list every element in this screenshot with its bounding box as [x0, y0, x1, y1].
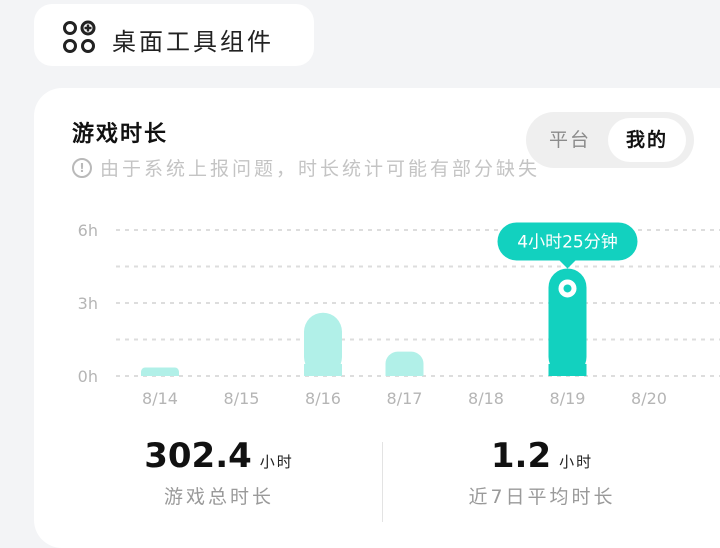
y-tick-label: 6h: [78, 221, 98, 240]
selected-marker-dot: [563, 284, 572, 293]
desktop-widget-button[interactable]: 桌面工具组件: [34, 4, 314, 66]
x-tick-label: 8/19: [550, 389, 586, 408]
y-tick-label: 0h: [78, 367, 98, 386]
total-value: 302.4: [144, 436, 252, 476]
avg-value: 1.2: [490, 436, 552, 476]
bar-base: [304, 364, 342, 376]
widget-label: 桌面工具组件: [112, 28, 274, 56]
apps-add-icon: [63, 20, 96, 53]
bar-base: [385, 364, 424, 376]
x-tick-label: 8/16: [305, 389, 341, 408]
y-tick-label: 3h: [78, 294, 98, 313]
tooltip-pointer: [559, 260, 576, 269]
avg-unit: 小时: [559, 453, 594, 471]
playtime-chart: 0h 3h 6h 8/14 8/15 8/16 8/17 8/18 8/19 4小时25分钟 8/2…: [78, 221, 720, 408]
bar-base: [548, 364, 587, 376]
x-tick-label: 8/18: [468, 389, 504, 408]
x-tick-label: 8/20: [631, 389, 667, 408]
playtime-card: 游戏时长 ! 由于系统上报问题，时长统计可能有部分缺失 平台 我的 0h 3h 6h…: [34, 88, 720, 548]
x-tick-label: 8/15: [224, 389, 260, 408]
tooltip-text: 4小时25分钟: [517, 232, 617, 252]
x-tick-label: 8/17: [387, 389, 423, 408]
stat-average: 1.2 小时 近7日平均时长: [442, 436, 642, 509]
bar-base: [141, 371, 179, 376]
total-label: 游戏总时长: [163, 486, 274, 508]
x-tick-label: 8/14: [142, 389, 178, 408]
stat-total: 302.4 小时 游戏总时长: [134, 436, 304, 509]
stats-divider: [382, 442, 383, 522]
avg-label: 近7日平均时长: [468, 486, 616, 508]
total-unit: 小时: [259, 453, 294, 471]
